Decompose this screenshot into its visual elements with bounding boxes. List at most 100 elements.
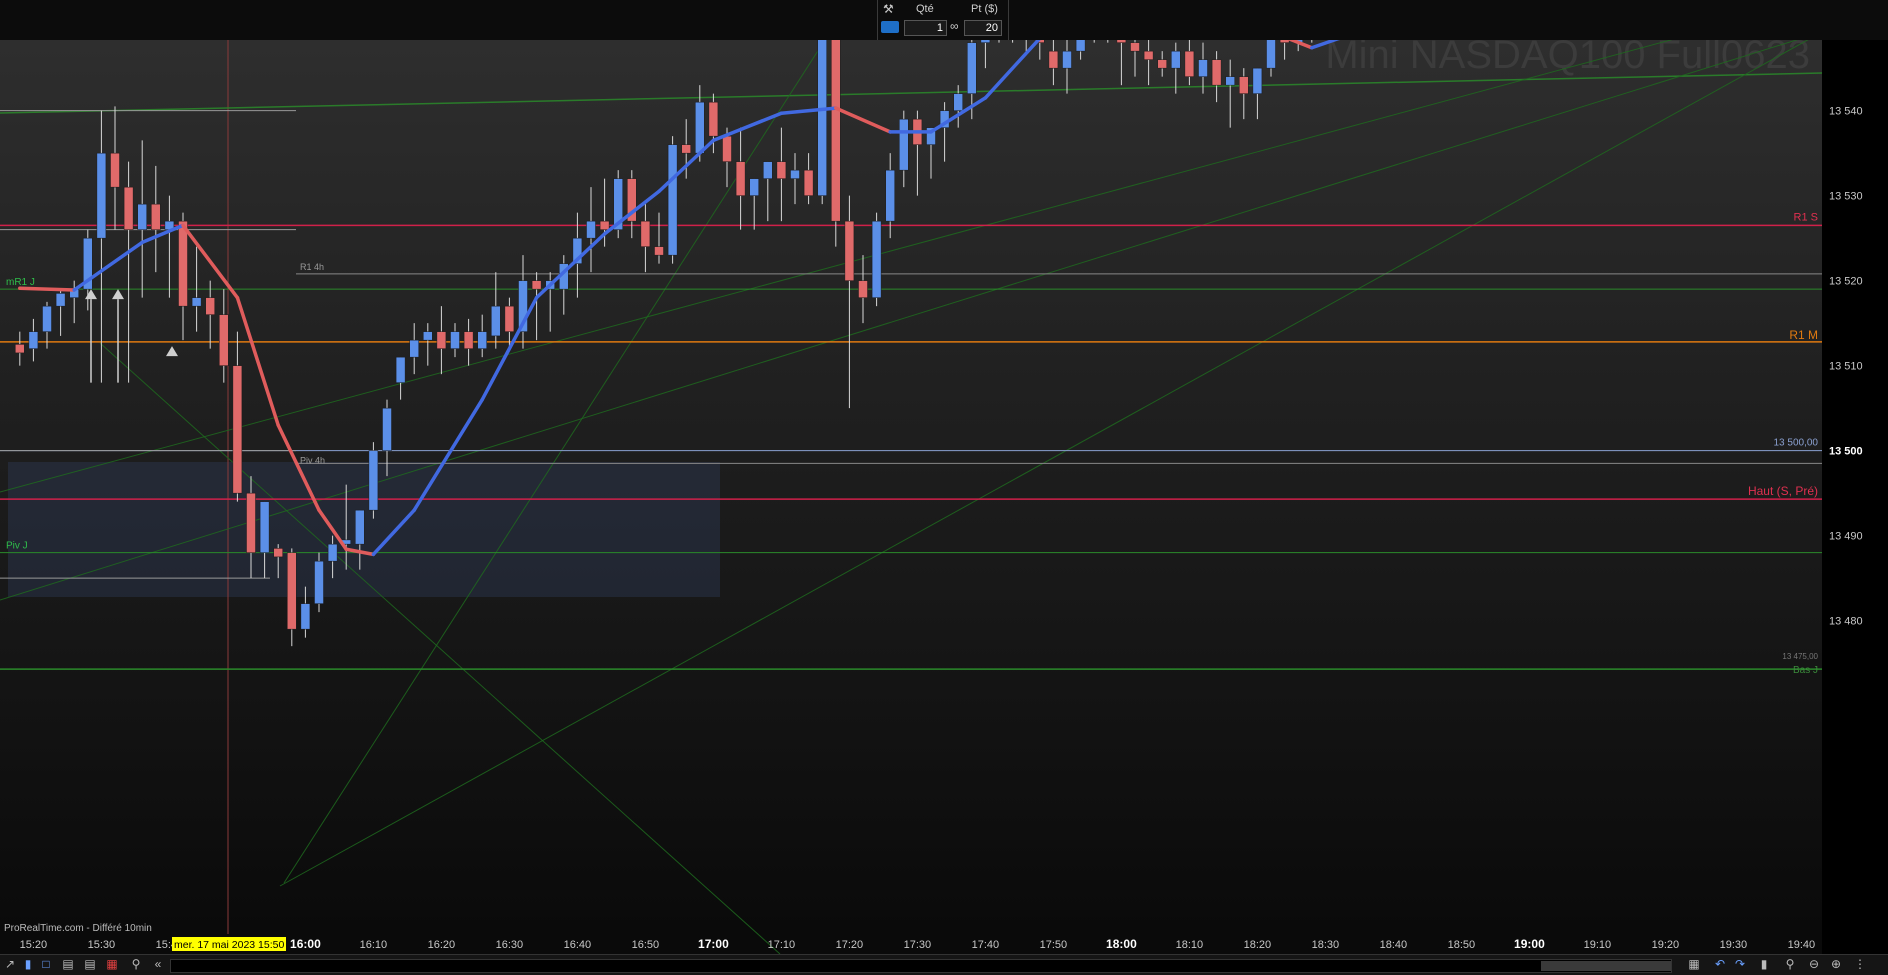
x-tick-label: 18:20 [1244, 939, 1272, 951]
order-toolbar: ⚒ Qté Pt ($) 1 ∞ 20 [0, 0, 1888, 41]
candle-bull [28, 331, 39, 349]
search-icon[interactable]: ⚲ [128, 957, 144, 972]
collapse-icon[interactable]: « [150, 957, 166, 972]
candle-bull [96, 152, 107, 239]
level-label: Haut (S, Pré) [1748, 484, 1818, 498]
candle-bear [831, 40, 841, 222]
candle-bear [15, 344, 25, 354]
candle-bear [1211, 59, 1222, 86]
candle-bull [450, 331, 460, 349]
share-icon[interactable]: ↗ [2, 957, 18, 972]
order-ticket: ⚒ Qté Pt ($) 1 ∞ 20 [877, 0, 1009, 40]
window-icon[interactable]: □ [38, 957, 54, 972]
wrench-icon[interactable]: ⚒ [883, 2, 894, 16]
candle-bull [790, 169, 800, 179]
x-tick-label: 19:40 [1788, 939, 1816, 951]
candle-bear [599, 220, 610, 230]
candle-bull [1225, 76, 1235, 86]
candle-bear [654, 246, 664, 256]
candle-bull [314, 560, 324, 604]
undo-icon[interactable]: ↶ [1712, 957, 1728, 972]
candle-bull [491, 305, 501, 337]
candle-bear [110, 152, 120, 188]
y-tick-label: 13 510 [1829, 361, 1863, 373]
y-tick-label: 13 490 [1829, 531, 1863, 543]
price-chart[interactable]: Mini NASDAQ100 Full0623 R2 4hHaut (J, Pr… [0, 40, 1888, 954]
x-tick-label: 19:10 [1584, 939, 1612, 951]
level-label: Piv J [6, 541, 28, 552]
zoom-in-icon[interactable]: ⊕ [1828, 957, 1844, 972]
bottom-toolbar: ↗ ▮ □ ▤ ▤ ▦ ⚲ « ▦ ↶ ↷ ▮ ⚲ ⊖ ⊕ ⋮ [0, 954, 1888, 975]
x-tick-label: 19:30 [1720, 939, 1748, 951]
candle-bull [300, 603, 311, 630]
x-tick-label: 18:10 [1176, 939, 1204, 951]
zoom-area-icon[interactable]: ⚲ [1782, 957, 1798, 972]
candle-bull [667, 144, 678, 256]
scrollbar-thumb[interactable] [1541, 961, 1671, 971]
x-tick-label: 19:20 [1652, 939, 1680, 951]
calendar-icon[interactable]: ▦ [1686, 957, 1702, 972]
candle-bull [1171, 50, 1181, 69]
x-tick-label: 16:00 [290, 937, 321, 951]
panel-icon[interactable]: ▮ [20, 957, 36, 972]
candle-bear [205, 297, 215, 315]
y-tick-label: 13 540 [1829, 106, 1863, 118]
candle-bear [776, 161, 787, 179]
candle-bear [436, 331, 447, 349]
x-tick-label: 16:40 [564, 939, 592, 951]
bar-chart-icon[interactable]: ▮ [1756, 957, 1772, 972]
candle-bear [273, 548, 283, 558]
grid-icon[interactable]: ▦ [104, 957, 120, 972]
level-label: R1 M [1789, 328, 1818, 342]
candle-bull [477, 331, 487, 349]
redo-icon[interactable]: ↷ [1732, 957, 1748, 972]
qty-label: Qté [916, 3, 934, 15]
y-tick-label: 13 500 [1829, 446, 1863, 458]
zoom-out-icon[interactable]: ⊖ [1806, 957, 1822, 972]
x-tick-label: 17:40 [972, 939, 1000, 951]
candle-bear [803, 169, 814, 196]
candle-bear [1184, 50, 1195, 77]
list-icon[interactable]: ▤ [82, 957, 98, 972]
candle-bull [749, 178, 759, 196]
candle-bear [858, 280, 868, 298]
indicator-icon[interactable]: ▤ [60, 957, 76, 972]
candle-bear [1130, 42, 1140, 52]
candle-bear [123, 186, 134, 230]
keyboard-icon[interactable] [881, 21, 899, 33]
link-icon[interactable]: ∞ [950, 19, 959, 33]
horizontal-scrollbar[interactable] [170, 959, 1672, 973]
x-tick-label: 16:10 [360, 939, 388, 951]
candle-bull [423, 331, 433, 341]
candle-bear [1239, 76, 1249, 94]
candle-bull [355, 509, 365, 545]
candle-bull [1198, 59, 1208, 77]
candle-bull [1266, 40, 1276, 69]
ma-segment [18, 286, 76, 292]
candle-bull [42, 305, 52, 332]
more-icon[interactable]: ⋮ [1852, 957, 1868, 972]
y-tick-label: 13 480 [1829, 616, 1863, 628]
x-tick-label: 17:00 [698, 937, 729, 951]
x-tick-label: 17:50 [1040, 939, 1068, 951]
pt-input[interactable]: 20 [964, 20, 1002, 36]
candle-bear [1157, 59, 1167, 69]
candle-bull [259, 501, 270, 553]
level-label: R1 4h [300, 262, 324, 272]
candle-bull [395, 356, 406, 383]
candle-bear [287, 552, 297, 630]
candle-bear [722, 135, 732, 162]
candle-bull [885, 169, 895, 222]
qty-input[interactable]: 1 [904, 20, 947, 36]
x-tick-label: 16:30 [496, 939, 524, 951]
candle-bear [531, 280, 542, 290]
candle-bull [409, 339, 419, 358]
candle-bear [463, 331, 474, 349]
x-tick-label: 18:40 [1380, 939, 1408, 951]
x-tick-label: 16:50 [632, 939, 660, 951]
level-label: 13 475,00 [1782, 652, 1818, 661]
candle-bull [899, 118, 909, 171]
candle-bear [708, 101, 719, 137]
candle-bull [382, 407, 392, 451]
level-label: mR1 J [6, 277, 35, 288]
